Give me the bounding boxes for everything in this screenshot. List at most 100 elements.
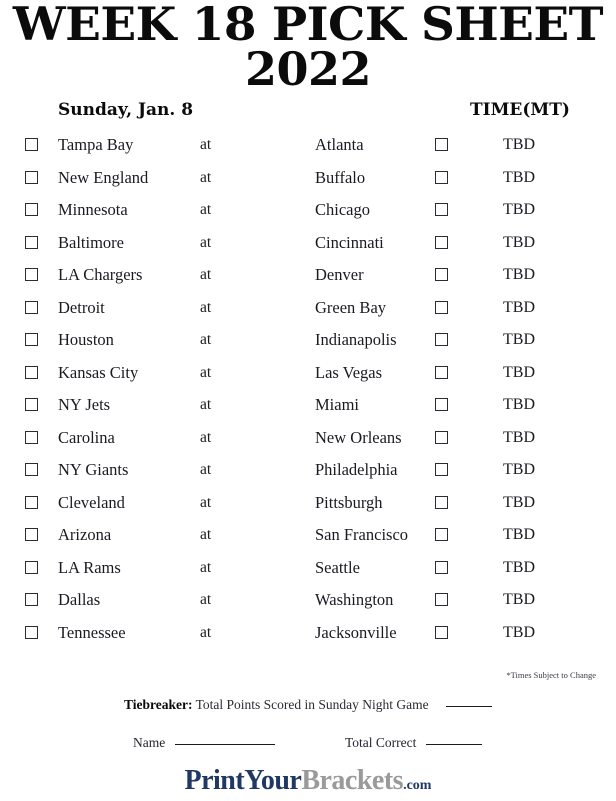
home-team-checkbox[interactable] [25, 268, 38, 281]
logo-part-printyour: PrintYour [184, 765, 302, 796]
home-team-name: Tampa Bay [58, 135, 134, 154]
home-team-name: Minnesota [58, 200, 128, 219]
away-team-checkbox[interactable] [435, 170, 448, 184]
home-team-name: Baltimore [58, 232, 124, 252]
away-team-checkbox[interactable] [435, 430, 448, 444]
game-time: TBD [503, 233, 535, 251]
home-team-checkbox[interactable] [25, 430, 38, 444]
away-team-name: Philadelphia [315, 460, 398, 479]
logo-part-brackets: Brackets [301, 765, 404, 796]
away-team-name: San Francisco [315, 525, 409, 544]
at-separator: at [200, 428, 212, 446]
game-row: LA Rams at Seattle TBD [0, 557, 616, 590]
at-separator: at [200, 396, 212, 413]
away-team-checkbox[interactable] [435, 203, 448, 216]
away-team-name: Buffalo [315, 167, 366, 187]
game-row: Tampa Bay at Atlanta TBD [0, 134, 616, 167]
at-separator: at [200, 558, 212, 576]
away-team-checkbox[interactable] [435, 560, 448, 574]
column-headers: Sunday, Jan. 8 TIME(MT) [0, 100, 616, 124]
home-team-checkbox[interactable] [25, 300, 38, 314]
game-row: LA Chargers at Denver TBD [0, 264, 616, 297]
away-team-name: Chicago [315, 200, 370, 219]
tiebreaker-answer-blank[interactable] [446, 706, 493, 707]
game-row: NY Giants at Philadelphia TBD [0, 459, 616, 492]
total-correct-input-blank[interactable] [425, 744, 482, 745]
home-team-checkbox[interactable] [25, 235, 38, 249]
away-team-checkbox[interactable] [435, 138, 448, 151]
away-team-checkbox[interactable] [435, 528, 448, 541]
at-separator: at [200, 201, 212, 218]
game-time: TBD [503, 331, 535, 348]
away-team-name: Denver [315, 265, 364, 284]
away-team-checkbox[interactable] [435, 463, 448, 476]
home-team-name: LA Chargers [58, 265, 143, 284]
away-team-checkbox[interactable] [435, 625, 448, 639]
home-team-checkbox[interactable] [25, 333, 38, 346]
game-row: Cleveland at Pittsburgh TBD [0, 492, 616, 525]
game-row: Kansas City at Las Vegas TBD [0, 362, 616, 395]
home-team-checkbox[interactable] [25, 593, 38, 606]
home-team-name: NY Giants [58, 460, 129, 479]
home-team-checkbox[interactable] [25, 365, 38, 379]
total-correct-label: Total Correct [345, 735, 417, 750]
game-row: New England at Buffalo TBD [0, 167, 616, 200]
home-team-checkbox[interactable] [25, 560, 38, 574]
game-time: TBD [503, 493, 535, 511]
game-row: Tennessee at Jacksonville TBD [0, 622, 616, 655]
tiebreaker-label: Tiebreaker: [123, 697, 193, 712]
game-time: TBD [503, 591, 535, 608]
home-team-checkbox[interactable] [25, 138, 38, 151]
away-team-name: Green Bay [315, 297, 387, 317]
at-separator: at [200, 493, 212, 511]
name-and-score-row: Name Total Correct [0, 735, 616, 757]
home-team-checkbox[interactable] [25, 203, 38, 216]
away-team-checkbox[interactable] [435, 593, 448, 606]
home-team-name: Kansas City [58, 362, 139, 382]
away-team-checkbox[interactable] [435, 300, 448, 314]
at-separator: at [200, 298, 212, 316]
game-row: NY Jets at Miami TBD [0, 394, 616, 427]
away-team-checkbox[interactable] [435, 365, 448, 379]
game-time: TBD [503, 526, 535, 543]
tiebreaker-text: Total Points Scored in Sunday Night Game [195, 697, 429, 712]
name-input-blank[interactable] [174, 744, 275, 745]
home-team-name: Houston [58, 330, 114, 349]
away-team-name: Washington [315, 590, 394, 609]
away-team-checkbox[interactable] [435, 235, 448, 249]
away-team-name: Cincinnati [315, 232, 384, 252]
home-team-name: LA Rams [58, 557, 121, 577]
away-team-checkbox[interactable] [435, 333, 448, 346]
home-team-checkbox[interactable] [25, 495, 38, 509]
away-team-checkbox[interactable] [435, 398, 448, 411]
at-separator: at [200, 461, 212, 478]
away-team-checkbox[interactable] [435, 268, 448, 281]
away-team-name: Indianapolis [315, 330, 397, 349]
game-time: TBD [503, 396, 535, 413]
home-team-checkbox[interactable] [25, 625, 38, 639]
home-team-name: Carolina [58, 427, 115, 447]
page-title-line-1: WEEK 18 PICK SHEET [12, 0, 604, 51]
home-team-name: Detroit [58, 297, 105, 317]
home-team-checkbox[interactable] [25, 170, 38, 184]
game-time: TBD [503, 136, 535, 153]
home-team-name: Dallas [58, 590, 101, 609]
printyourbrackets-logo[interactable]: PrintYourBrackets.com [0, 766, 616, 801]
away-team-name: Miami [315, 395, 359, 414]
away-team-name: New Orleans [315, 427, 402, 447]
at-separator: at [200, 266, 212, 283]
home-team-name: Cleveland [58, 492, 125, 512]
home-team-checkbox[interactable] [25, 463, 38, 476]
at-separator: at [200, 331, 212, 348]
away-team-checkbox[interactable] [435, 495, 448, 509]
home-team-checkbox[interactable] [25, 528, 38, 541]
game-time: TBD [503, 558, 535, 576]
home-team-checkbox[interactable] [25, 398, 38, 411]
game-time: TBD [503, 201, 535, 218]
game-row: Carolina at New Orleans TBD [0, 427, 616, 460]
home-team-name: New England [58, 167, 149, 187]
page-title-line-2: 2022 [244, 42, 372, 97]
home-team-name: Arizona [58, 525, 112, 544]
home-team-name: NY Jets [58, 395, 111, 414]
away-team-name: Pittsburgh [315, 492, 383, 512]
